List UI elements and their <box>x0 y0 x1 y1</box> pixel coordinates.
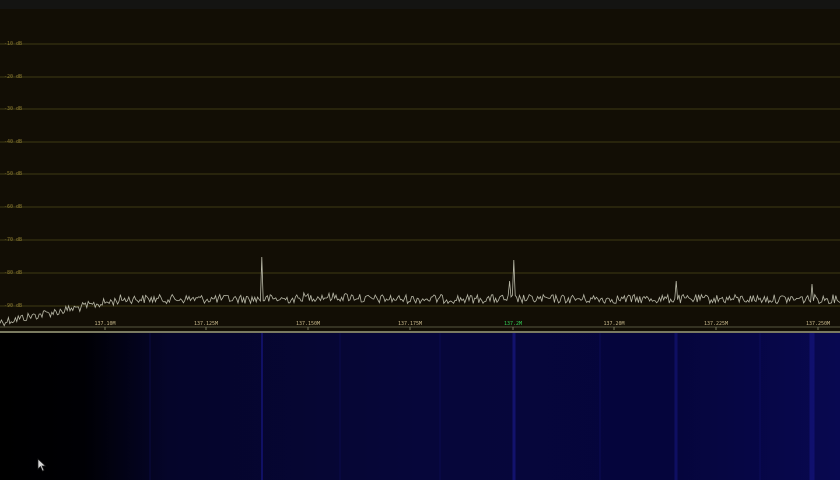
frequency-label: 137.175M <box>398 321 422 327</box>
waterfall-signal-streak <box>759 333 761 480</box>
mouse-pointer-icon <box>37 458 47 472</box>
spectrum-panel[interactable]: -10 dB -20 dB -30 dB -40 dB -50 dB -60 dB -70 … <box>0 9 840 332</box>
waterfall-signal-streak <box>599 333 601 480</box>
waterfall-background <box>0 333 840 480</box>
db-label: -70 dB <box>4 237 22 243</box>
frequency-label: 137.20M <box>603 321 624 327</box>
db-label: -50 dB <box>4 171 22 177</box>
db-label: -80 dB <box>4 270 22 276</box>
db-scale: -10 dB -20 dB -30 dB -40 dB -50 dB -60 dB -70 … <box>4 41 22 309</box>
center-frequency-label: 137.2M <box>504 321 522 327</box>
spectrum-plot[interactable]: -10 dB -20 dB -30 dB -40 dB -50 dB -60 dB -70 … <box>0 9 840 332</box>
db-label: -40 dB <box>4 139 22 145</box>
waterfall-signal-streak <box>809 333 815 480</box>
db-label: -30 dB <box>4 106 22 112</box>
frequency-label: 137.125M <box>194 321 218 327</box>
waterfall-plot <box>0 333 840 480</box>
frequency-label: 137.250M <box>806 321 830 327</box>
frequency-label: 137.150M <box>296 321 320 327</box>
db-label: -10 dB <box>4 41 22 47</box>
db-label: -20 dB <box>4 74 22 80</box>
waterfall-signal-streak <box>674 333 678 480</box>
frequency-label: 137.225M <box>704 321 728 327</box>
spectrum-grid <box>0 43 840 307</box>
window-top-bar <box>0 0 840 9</box>
waterfall-panel[interactable] <box>0 333 840 480</box>
db-label: -90 dB <box>4 303 22 309</box>
db-label: -60 dB <box>4 204 22 210</box>
waterfall-signal-streak <box>339 333 341 480</box>
waterfall-signal-streak <box>149 333 151 480</box>
frequency-scale: 137.10M 137.125M 137.150M 137.175M 137.2M 137… <box>94 321 830 327</box>
waterfall-signal-streak <box>261 333 263 480</box>
waterfall-signal-streak <box>512 333 516 480</box>
frequency-label: 137.10M <box>94 321 115 327</box>
waterfall-signal-streak <box>439 333 441 480</box>
spectrum-trace <box>0 256 840 327</box>
